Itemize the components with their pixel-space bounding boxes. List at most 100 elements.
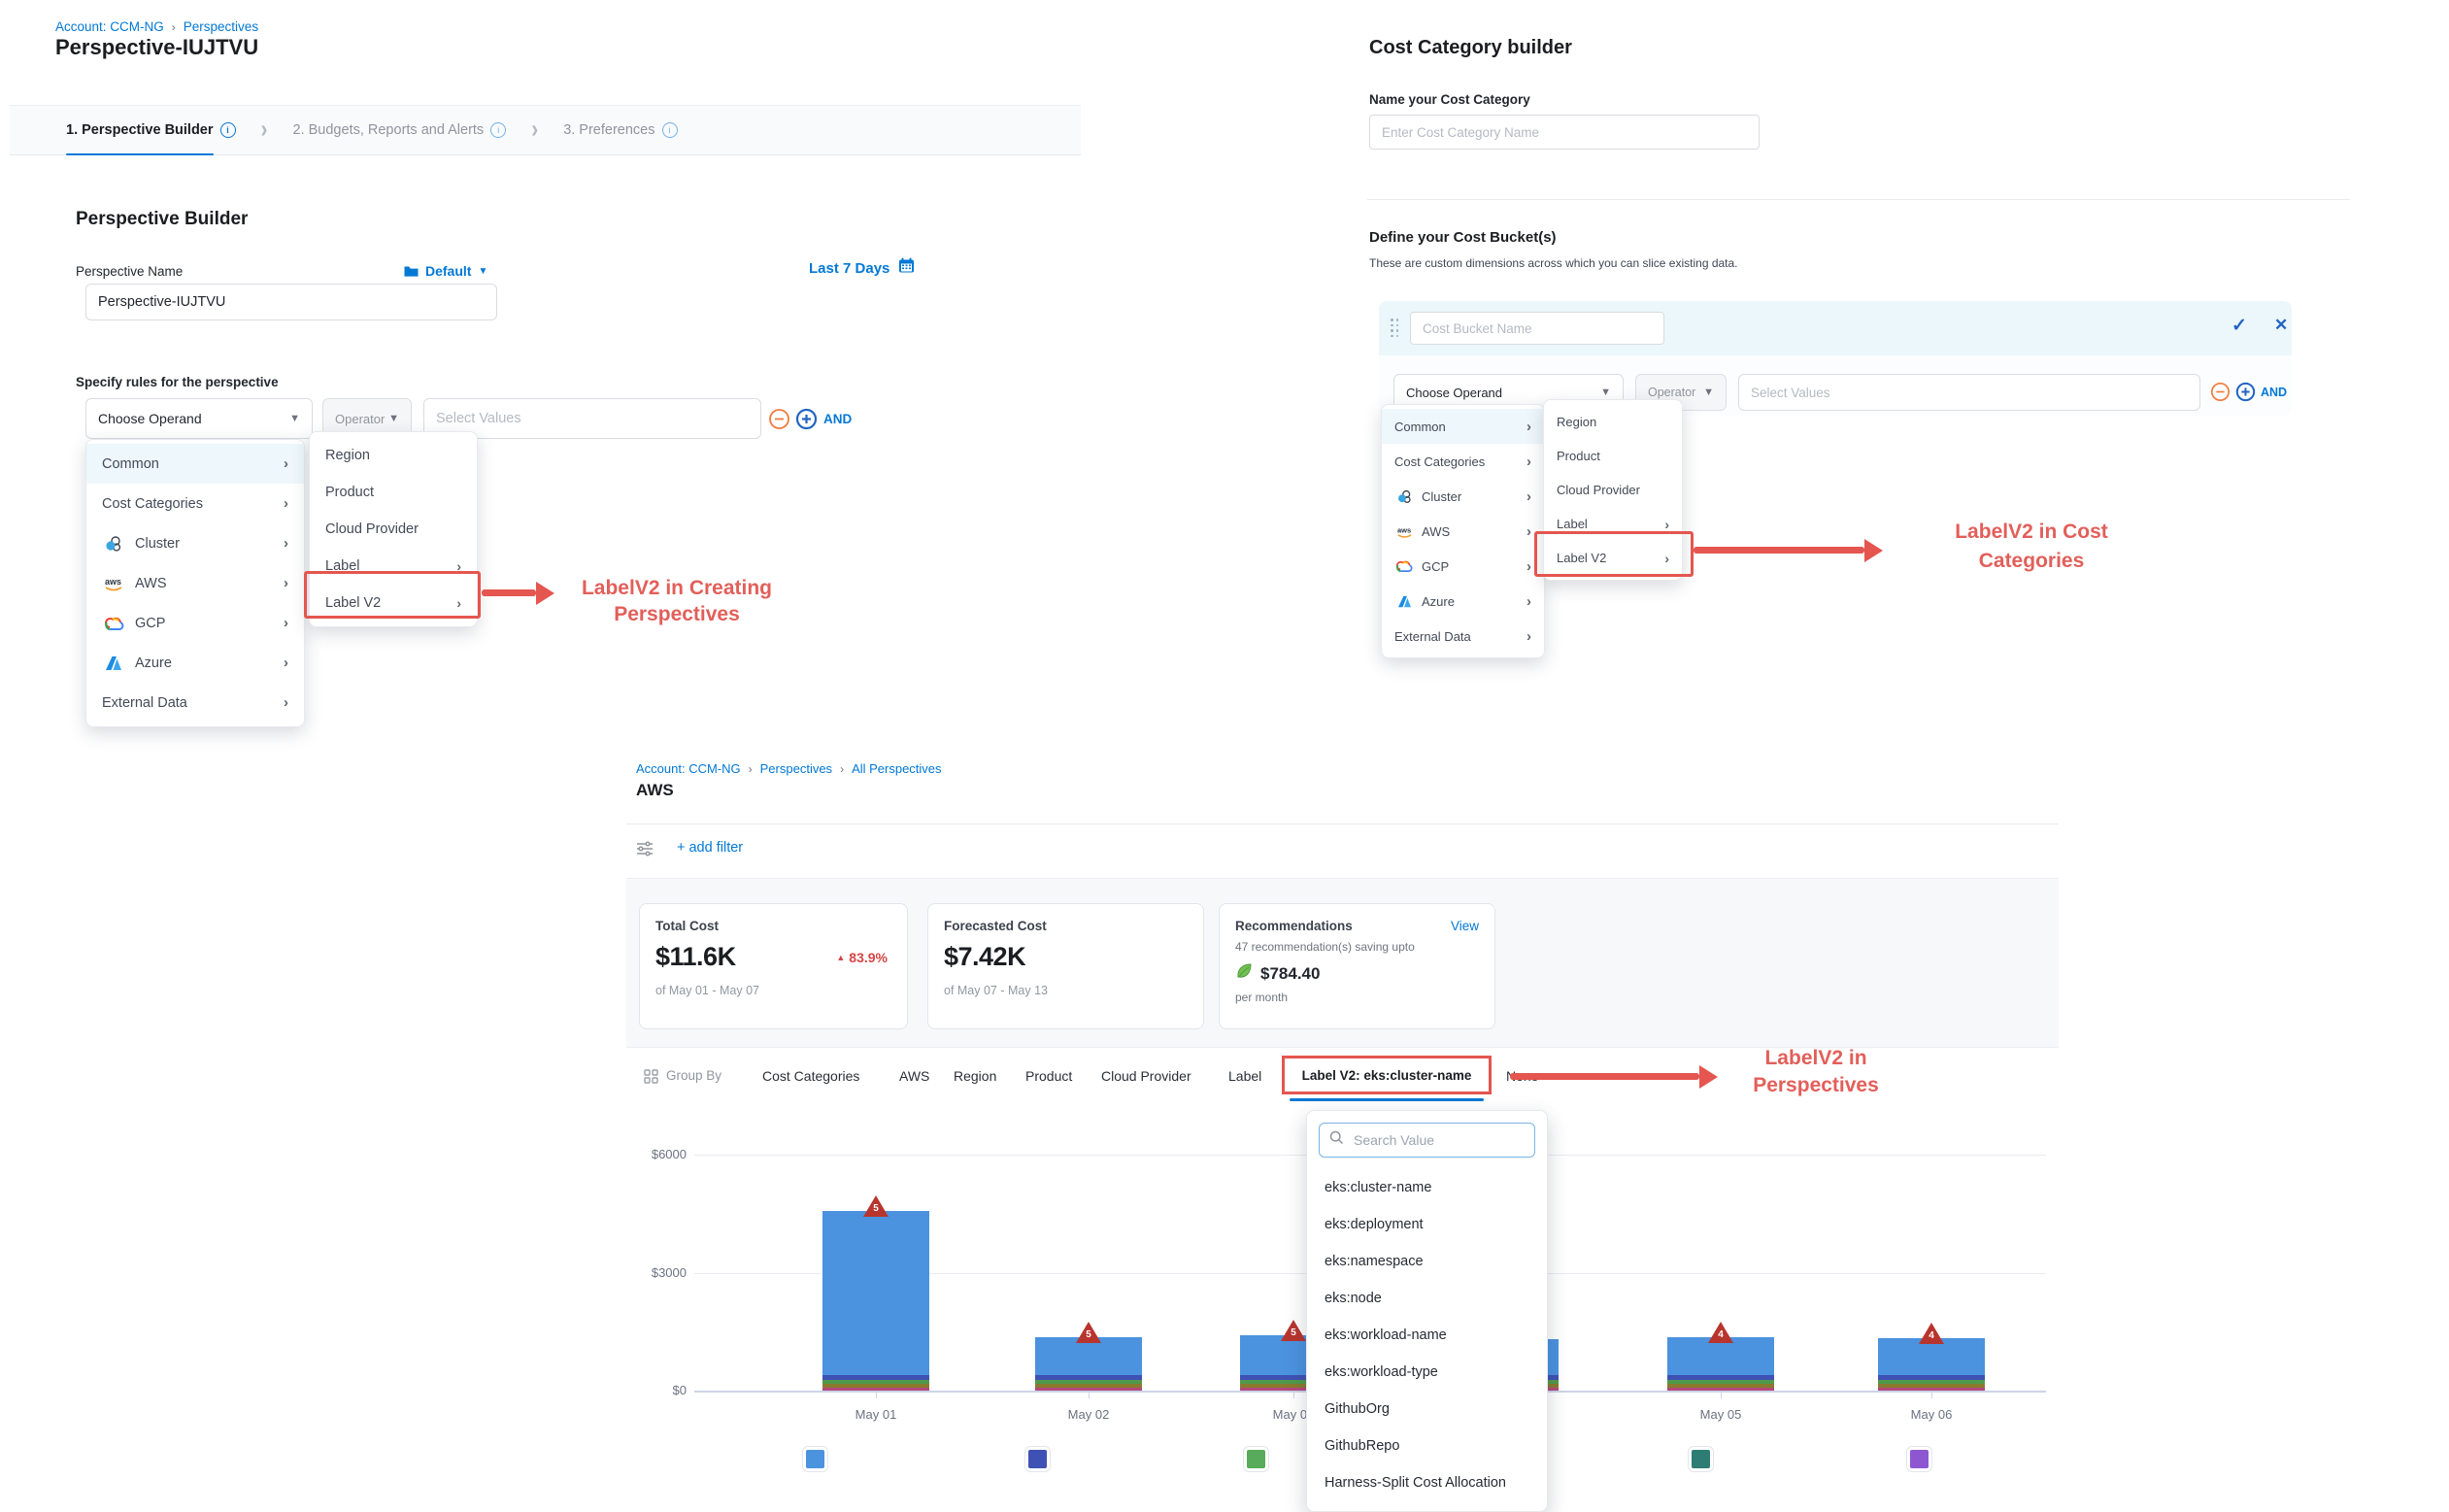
chart-bar-segment bbox=[1667, 1388, 1774, 1391]
legend-chip[interactable] bbox=[1244, 1447, 1268, 1471]
legend-chip[interactable] bbox=[803, 1447, 827, 1471]
anomaly-badge[interactable]: 4 bbox=[1919, 1323, 1944, 1344]
close-x-icon[interactable]: ✕ bbox=[2274, 316, 2288, 335]
group-by-region[interactable]: Region bbox=[954, 1068, 996, 1084]
menu-item-common[interactable]: Common› bbox=[1382, 409, 1544, 444]
value-item-eks-node[interactable]: eks:node bbox=[1307, 1280, 1547, 1317]
y-axis-tick: $3000 bbox=[636, 1265, 687, 1280]
menu-item-label: Common bbox=[1394, 420, 1446, 434]
y-axis-tick: $6000 bbox=[636, 1147, 687, 1161]
define-cost-buckets-label: Define your Cost Bucket(s) bbox=[1369, 229, 1557, 246]
value-item-eks-deployment[interactable]: eks:deployment bbox=[1307, 1206, 1547, 1243]
menu-item-aws[interactable]: aws AWS› bbox=[86, 563, 304, 603]
and-operator-button[interactable]: AND bbox=[2261, 386, 2287, 399]
legend-chip[interactable] bbox=[1689, 1447, 1713, 1471]
value-item-eks-cluster-name[interactable]: eks:cluster-name bbox=[1307, 1169, 1547, 1206]
search-value-box[interactable] bbox=[1319, 1123, 1535, 1158]
chart-bar[interactable] bbox=[1035, 1337, 1142, 1391]
annotation-arrow bbox=[1694, 547, 1864, 554]
tab-preferences[interactable]: 3. Preferences i bbox=[563, 122, 677, 138]
tab-perspective-builder[interactable]: 1. Perspective Builder i bbox=[66, 122, 236, 138]
menu-item-gcp[interactable]: GCP› bbox=[86, 603, 304, 643]
menu-item-external-data[interactable]: External Data› bbox=[1382, 619, 1544, 654]
perspective-name-input[interactable] bbox=[85, 284, 497, 320]
menu-item-azure[interactable]: Azure› bbox=[1382, 584, 1544, 619]
breadcrumb-account-link[interactable]: Account: CCM-NG bbox=[636, 761, 741, 776]
drag-handle-icon[interactable] bbox=[1391, 319, 1400, 339]
value-item-githubrepo[interactable]: GithubRepo bbox=[1307, 1428, 1547, 1464]
confirm-check-icon[interactable]: ✓ bbox=[2231, 315, 2247, 337]
page-title: Perspective-IUJTVU bbox=[55, 35, 258, 60]
calendar-icon bbox=[898, 257, 915, 279]
anomaly-badge[interactable]: 5 bbox=[1281, 1320, 1306, 1341]
menu-item-cluster[interactable]: Cluster› bbox=[1382, 479, 1544, 514]
breadcrumb-perspectives-link[interactable]: Perspectives bbox=[760, 761, 832, 776]
remove-rule-icon[interactable] bbox=[768, 408, 790, 435]
submenu-item-region[interactable]: Region bbox=[310, 437, 477, 474]
chart-bar[interactable] bbox=[1667, 1337, 1774, 1391]
breadcrumb-account-link[interactable]: Account: CCM-NG bbox=[55, 19, 164, 34]
value-item-eks-workload-type[interactable]: eks:workload-type bbox=[1307, 1354, 1547, 1391]
forecasted-cost-card: Forecasted Cost $7.42K of May 07 - May 1… bbox=[927, 903, 1204, 1029]
group-by-cost-categories[interactable]: Cost Categories bbox=[762, 1068, 859, 1084]
value-item-eks-workload-name[interactable]: eks:workload-name bbox=[1307, 1317, 1547, 1354]
legend-chip[interactable] bbox=[1025, 1447, 1050, 1471]
menu-item-cost-categories[interactable]: Cost Categories› bbox=[1382, 444, 1544, 479]
date-range-picker[interactable]: Last 7 Days bbox=[809, 257, 915, 279]
group-by-label-v2-selected[interactable]: Label V2: eks:cluster-name bbox=[1282, 1056, 1492, 1094]
value-item-harness-split[interactable]: Harness-Split Cost Allocation bbox=[1307, 1464, 1547, 1501]
breadcrumb-all-perspectives-link[interactable]: All Perspectives bbox=[852, 761, 941, 776]
menu-item-azure[interactable]: Azure› bbox=[86, 643, 304, 683]
menu-item-aws[interactable]: aws AWS› bbox=[1382, 514, 1544, 549]
group-by-aws[interactable]: AWS bbox=[899, 1068, 929, 1084]
card-label: Forecasted Cost bbox=[944, 919, 1188, 933]
add-rule-icon[interactable] bbox=[2235, 382, 2256, 407]
and-operator-button[interactable]: AND bbox=[823, 412, 852, 426]
menu-item-common[interactable]: Common› bbox=[86, 444, 304, 484]
menu-item-external-data[interactable]: External Data› bbox=[86, 683, 304, 722]
menu-item-gcp[interactable]: GCP› bbox=[1382, 549, 1544, 584]
caret-down-icon: ▼ bbox=[478, 266, 487, 277]
add-filter-button[interactable]: + add filter bbox=[677, 840, 743, 856]
filter-icon[interactable] bbox=[636, 841, 654, 861]
submenu-item-product[interactable]: Product bbox=[310, 474, 477, 511]
chevron-right-icon: › bbox=[284, 535, 288, 552]
cost-category-name-input[interactable] bbox=[1369, 115, 1760, 150]
breadcrumb-perspectives-link[interactable]: Perspectives bbox=[184, 19, 258, 34]
choose-operand-select[interactable]: Choose Operand ▼ bbox=[85, 398, 313, 439]
group-by-label-tab[interactable]: Label bbox=[1228, 1068, 1261, 1084]
select-values-input[interactable] bbox=[1738, 374, 2200, 411]
anomaly-badge[interactable]: 5 bbox=[863, 1195, 889, 1217]
search-value-input[interactable] bbox=[1352, 1131, 1521, 1149]
value-item-eks-namespace[interactable]: eks:namespace bbox=[1307, 1243, 1547, 1280]
value-item-githuborg[interactable]: GithubOrg bbox=[1307, 1391, 1547, 1428]
total-cost-delta: 83.9% bbox=[849, 950, 888, 965]
submenu-item-region[interactable]: Region bbox=[1544, 405, 1682, 439]
cost-bucket-header: ✓ ✕ bbox=[1379, 301, 2292, 355]
chevron-right-icon: › bbox=[1664, 517, 1669, 532]
menu-item-cluster[interactable]: Cluster› bbox=[86, 523, 304, 563]
x-axis-tick bbox=[1721, 1393, 1722, 1398]
menu-item-cost-categories[interactable]: Cost Categories› bbox=[86, 484, 304, 523]
remove-rule-icon[interactable] bbox=[2210, 382, 2231, 407]
menu-item-label: External Data bbox=[102, 695, 187, 711]
chart-bar[interactable] bbox=[1878, 1338, 1985, 1391]
anomaly-badge[interactable]: 4 bbox=[1708, 1322, 1733, 1343]
submenu-item-cloud-provider[interactable]: Cloud Provider bbox=[310, 511, 477, 548]
chart-bar[interactable] bbox=[822, 1211, 929, 1391]
submenu-item-cloud-provider[interactable]: Cloud Provider bbox=[1544, 473, 1682, 507]
annotation-perspectives: LabelV2 in Perspectives bbox=[1694, 1045, 1937, 1099]
tab-budgets-reports-alerts[interactable]: 2. Budgets, Reports and Alerts i bbox=[293, 122, 507, 138]
view-default-dropdown[interactable]: Default ▼ bbox=[403, 260, 487, 282]
cost-bucket-name-input[interactable] bbox=[1410, 312, 1664, 345]
add-rule-icon[interactable] bbox=[795, 408, 818, 435]
perspective-builder-panel: Account: CCM-NG › Perspectives Perspecti… bbox=[10, 19, 1024, 757]
group-by-cloud-provider[interactable]: Cloud Provider bbox=[1101, 1068, 1191, 1084]
legend-chip[interactable] bbox=[1907, 1447, 1931, 1471]
menu-item-label: Azure bbox=[135, 655, 172, 671]
submenu-item-product[interactable]: Product bbox=[1544, 439, 1682, 473]
group-by-product[interactable]: Product bbox=[1025, 1068, 1072, 1084]
view-recommendations-link[interactable]: View bbox=[1451, 919, 1479, 933]
anomaly-badge[interactable]: 5 bbox=[1076, 1322, 1101, 1343]
x-axis-tick bbox=[1931, 1393, 1932, 1398]
